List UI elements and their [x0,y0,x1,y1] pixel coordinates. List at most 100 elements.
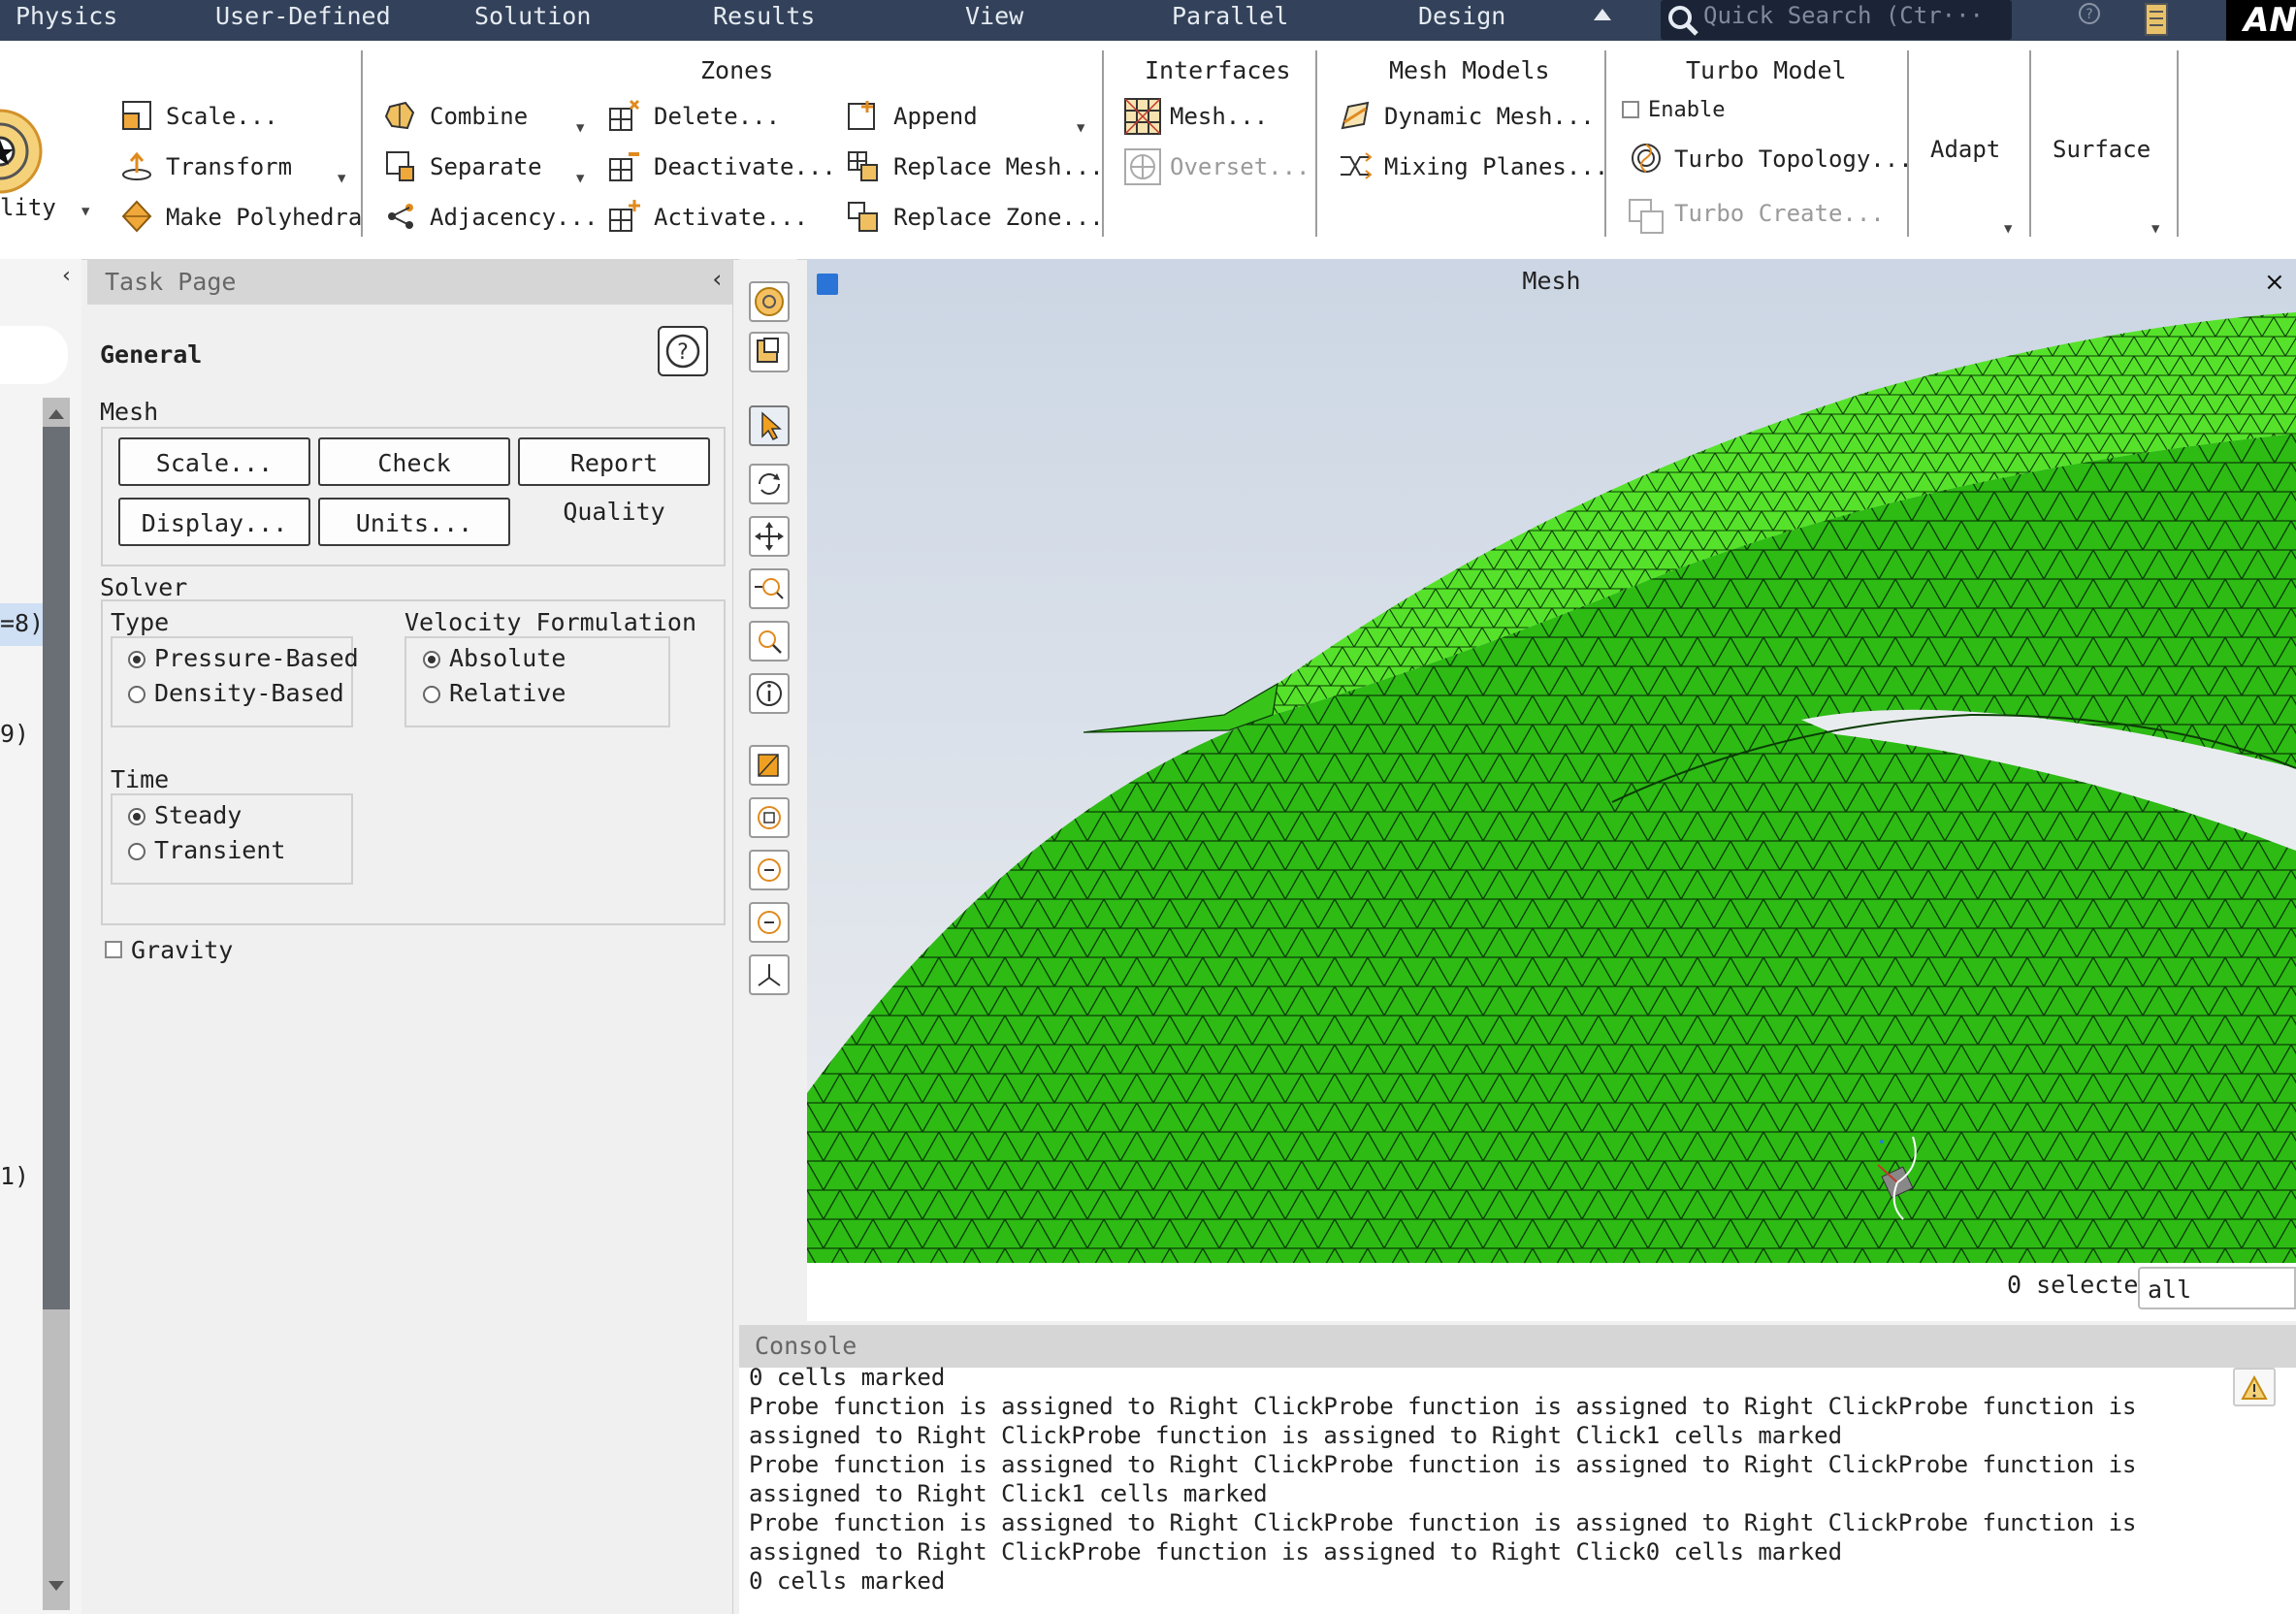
transient-label[interactable]: Transient [154,836,285,864]
pan-icon [755,522,784,551]
ribbon-make-polyhedra-button[interactable]: Make Polyhedra [166,204,362,231]
mesh-scale-button[interactable]: Scale... [118,437,310,486]
ribbon-dynamic-mesh-button[interactable]: Dynamic Mesh... [1384,103,1595,130]
ribbon-overset-button[interactable]: Overset... [1170,153,1310,180]
transient-radio[interactable] [128,843,146,860]
outline-collapse-icon[interactable]: ‹ [60,264,73,288]
help-button[interactable]: ? [658,326,708,376]
zoom-in-out-button[interactable] [749,568,790,609]
help-icon[interactable]: ? [2078,2,2101,25]
view-orient-button[interactable] [749,745,790,786]
console-line: 0 cells marked [749,1567,946,1595]
ribbon-replace-zone-button[interactable]: Replace Zone... [893,204,1104,231]
ribbon-turbo-create-button[interactable]: Turbo Create... [1674,200,1885,227]
density-based-label[interactable]: Density-Based [154,679,344,707]
ribbon-separator [1102,50,1104,237]
display-mesh-button[interactable] [749,281,790,322]
outline-item-label[interactable]: 9) [0,720,29,748]
absolute-radio[interactable] [423,651,440,668]
gravity-checkbox[interactable] [105,941,122,958]
ribbon-scale-button[interactable]: Scale... [166,103,278,130]
ribbon-mixing-planes-button[interactable]: Mixing Planes... [1384,153,1608,180]
menu-design[interactable]: Design [1418,2,1505,30]
surface-caret-icon[interactable]: ▼ [2151,221,2159,237]
velocity-formulation-label: Velocity Formulation [404,608,697,636]
outline-scrollbar-thumb[interactable] [43,427,70,1309]
ribbon-delete-button[interactable]: Delete... [654,103,780,130]
ribbon-adapt-button[interactable]: Adapt [1930,136,2000,163]
outline-item-label[interactable]: =8) [0,609,44,637]
quick-search-input[interactable]: Quick Search (Ctr··· [1661,0,2012,40]
gravity-label[interactable]: Gravity [131,936,233,964]
zoom-in-button[interactable] [749,850,790,890]
outline-search-field[interactable] [0,326,68,384]
menu-physics[interactable]: Physics [16,2,117,30]
ribbon-adjacency-button[interactable]: Adjacency... [430,204,598,231]
relative-radio[interactable] [423,686,440,703]
scroll-up-icon[interactable] [47,407,66,421]
ribbon-transform-button[interactable]: Transform [166,153,292,180]
replace-zone-icon [848,202,878,232]
mesh-display-button[interactable]: Display... [118,498,310,546]
collapse-ribbon-icon[interactable] [1593,8,1612,21]
ribbon-deactivate-button[interactable]: Deactivate... [654,153,836,180]
menu-view[interactable]: View [965,2,1023,30]
turbo-enable-checkbox[interactable] [1622,101,1639,118]
axes-view-button[interactable] [749,954,790,995]
append-caret-icon[interactable]: ▼ [1077,120,1084,136]
fit-window-icon [758,806,781,829]
relative-label[interactable]: Relative [449,679,566,707]
notes-icon[interactable] [2144,2,2169,37]
ribbon-interface-mesh-button[interactable]: Mesh... [1170,103,1268,130]
pressure-based-label[interactable]: Pressure-Based [154,644,359,672]
menu-parallel[interactable]: Parallel [1172,2,1288,30]
report-quality-button[interactable]: Report Quality [518,437,710,526]
ribbon-turbo-topology-button[interactable]: Turbo Topology... [1674,145,1913,173]
rotate-tool-button[interactable] [749,464,790,504]
console-warning-button[interactable] [2233,1368,2276,1406]
absolute-label[interactable]: Absolute [449,644,566,672]
quick-search-placeholder: Quick Search (Ctr··· [1703,2,1984,29]
ribbon-surface-button[interactable]: Surface [2053,136,2150,163]
fit-to-window-button[interactable] [749,797,790,838]
zoom-out-button[interactable] [749,902,790,943]
combine-caret-icon[interactable]: ▼ [576,120,584,136]
quality-icon[interactable] [0,109,45,196]
mesh-view[interactable] [807,259,2296,1263]
svg-text:?: ? [2086,7,2092,22]
density-based-radio[interactable] [128,686,146,703]
console-line: 0 cells marked [749,1364,946,1391]
ribbon-replace-mesh-button[interactable]: Replace Mesh... [893,153,1104,180]
menu-user-defined[interactable]: User-Defined [215,2,391,30]
menu-results[interactable]: Results [713,2,815,30]
task-page-collapse-icon[interactable]: ‹ [710,265,725,293]
outline-item-label[interactable]: 1) [0,1162,29,1190]
close-graphics-icon[interactable]: × [2264,268,2285,297]
ribbon-append-button[interactable]: Append [893,103,978,130]
transform-caret-icon[interactable]: ▼ [338,171,345,186]
steady-radio[interactable] [128,808,146,825]
quality-label[interactable]: lity [0,194,56,221]
zones-group-title: Zones [700,56,774,84]
zoom-to-area-button[interactable] [749,621,790,662]
adapt-caret-icon[interactable]: ▼ [2004,221,2012,237]
selection-filter-field[interactable]: all [2138,1267,2296,1309]
search-icon [1668,6,1698,36]
ribbon-separator [2177,50,2179,237]
mesh-check-button[interactable]: Check [318,437,510,486]
menu-solution[interactable]: Solution [474,2,591,30]
ribbon-separate-button[interactable]: Separate [430,153,542,180]
steady-label[interactable]: Steady [154,801,242,829]
graphics-window[interactable] [807,259,2296,1263]
ribbon-activate-button[interactable]: Activate... [654,204,808,231]
mesh-units-button[interactable]: Units... [318,498,510,546]
select-tool-button[interactable] [749,405,790,446]
scroll-down-icon[interactable] [47,1579,66,1593]
separate-caret-icon[interactable]: ▼ [576,171,584,186]
probe-button[interactable] [749,673,790,714]
ribbon-combine-button[interactable]: Combine [430,103,528,130]
pressure-based-radio[interactable] [128,651,146,668]
pan-tool-button[interactable] [749,516,790,557]
display-zone-button[interactable] [749,332,790,372]
quality-caret-icon[interactable]: ▼ [81,204,89,219]
